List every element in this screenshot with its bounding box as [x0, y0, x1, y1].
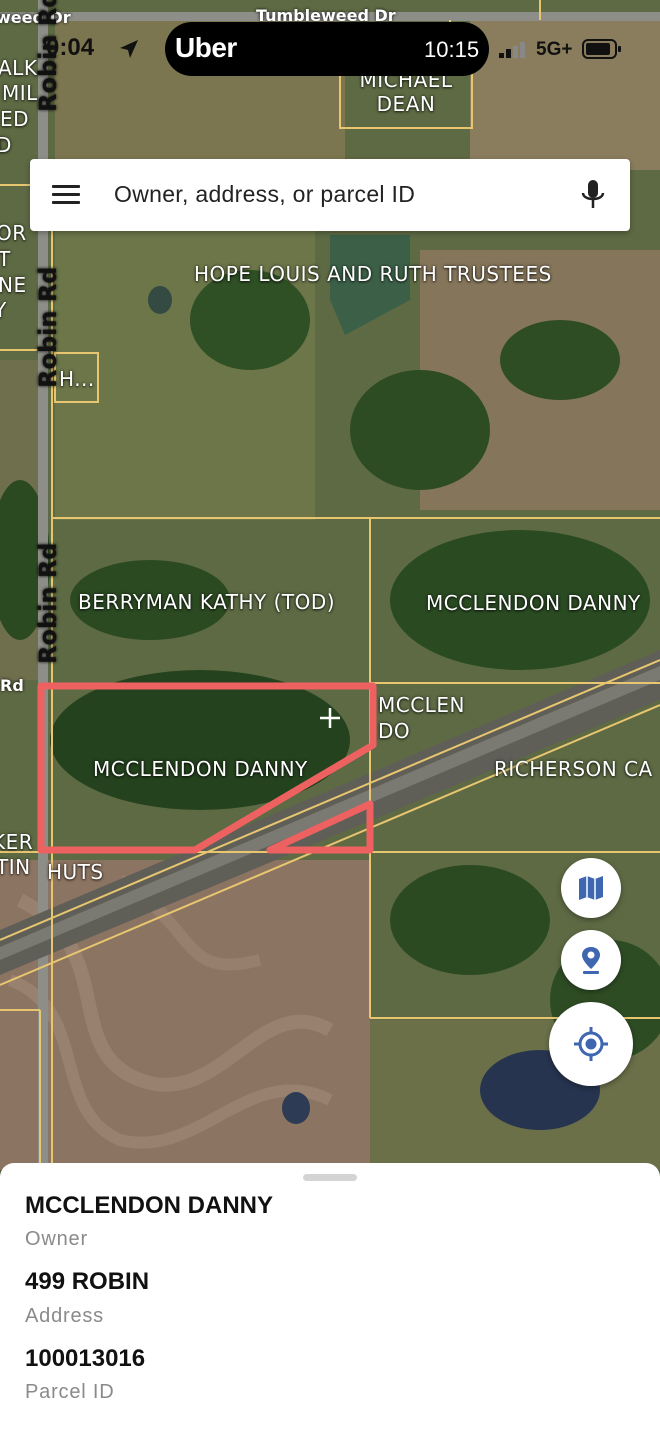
drop-pin-button[interactable]: [561, 930, 621, 990]
parcel-label[interactable]: BERRYMAN KATHY (TOD): [78, 590, 335, 614]
parcel-label[interactable]: MCCLENDON DANNY: [426, 591, 641, 615]
edge-label: ED: [0, 107, 30, 131]
microphone-icon[interactable]: [580, 179, 606, 211]
road-label: Rd: [0, 676, 24, 695]
owner-value: MCCLENDON DANNY: [25, 1192, 273, 1219]
edge-label: T: [0, 247, 11, 271]
my-location-button[interactable]: [549, 1002, 633, 1086]
parcel-label[interactable]: MCCLEN: [378, 693, 465, 717]
parcel-label[interactable]: RICHERSON CA: [494, 757, 653, 781]
search-bar[interactable]: Owner, address, or parcel ID: [30, 159, 630, 231]
parcel-id-value: 100013016: [25, 1345, 146, 1372]
status-time: 0:04: [46, 34, 95, 61]
signal-icon: [499, 42, 525, 58]
crosshair-icon: [320, 708, 340, 728]
parcel-detail-sheet[interactable]: MCCLENDON DANNY Owner 499 ROBIN Address …: [0, 1163, 660, 1434]
map-layers-icon: [579, 876, 603, 900]
location-pin-icon: [582, 947, 600, 974]
edge-label: KER: [0, 830, 34, 854]
my-location-icon: [574, 1027, 608, 1061]
parcel-label[interactable]: HOPE LOUIS AND RUTH TRUSTEES: [194, 262, 552, 286]
sheet-drag-handle[interactable]: [303, 1174, 357, 1181]
edge-label: OR: [0, 221, 27, 245]
parcel-label[interactable]: HUTS: [47, 860, 104, 884]
owner-label: Owner: [25, 1228, 88, 1250]
road-label: Robin Rd: [34, 266, 62, 388]
road-label: Robin Rd: [34, 542, 62, 664]
edge-label: D: [0, 133, 12, 157]
status-bar: 0:04 Uber 10:15 5G+: [0, 0, 660, 100]
parcel-label[interactable]: H...: [59, 367, 95, 391]
address-label: Address: [25, 1305, 104, 1327]
address-value: 499 ROBIN: [25, 1268, 150, 1295]
edge-label: Y: [0, 298, 7, 322]
parcel-label[interactable]: DO: [378, 719, 410, 743]
selected-parcel-label[interactable]: MCCLENDON DANNY: [93, 757, 308, 781]
map-layers-button[interactable]: [561, 858, 621, 918]
navigation-arrow-icon: [120, 40, 138, 58]
network-type: 5G+: [536, 39, 573, 60]
live-activity-app-name: Uber: [175, 32, 237, 63]
edge-label: NE: [0, 273, 27, 297]
menu-icon[interactable]: [52, 185, 80, 205]
edge-label: TIN: [0, 855, 31, 879]
battery-icon: [582, 39, 621, 59]
parcel-id-label: Parcel ID: [25, 1381, 115, 1403]
search-input[interactable]: Owner, address, or parcel ID: [114, 181, 415, 208]
live-activity-time: 10:15: [424, 37, 480, 62]
